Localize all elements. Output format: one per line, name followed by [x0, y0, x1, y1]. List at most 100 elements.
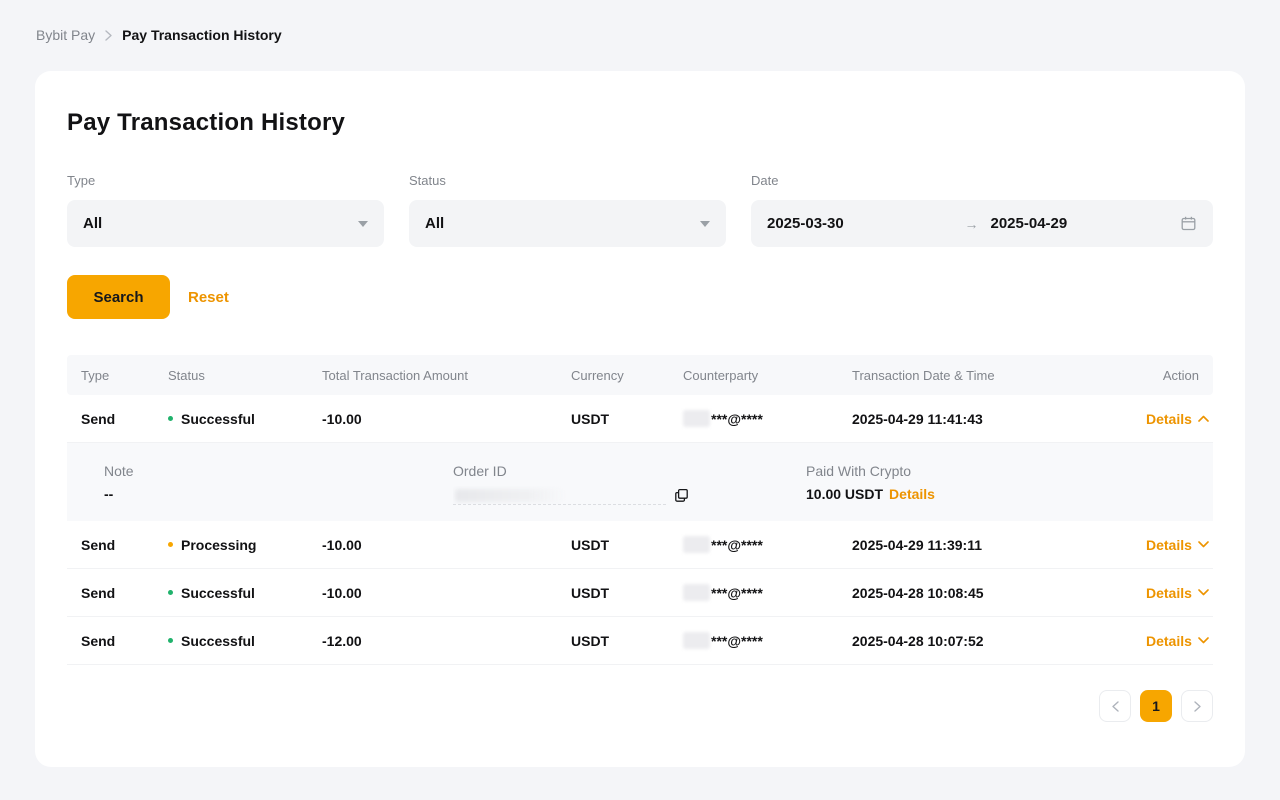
- order-id-label: Order ID: [453, 463, 806, 479]
- cell-amount: -10.00: [322, 411, 571, 427]
- cell-action: Details: [1146, 585, 1209, 601]
- header-counterparty: Counterparty: [683, 368, 852, 383]
- expanded-detail-panel: Note -- Order ID Paid With Crypto: [67, 443, 1213, 521]
- cell-type: Send: [81, 585, 168, 601]
- filters-row: Type All Status All Date 2025-03-30 → 20…: [67, 173, 1213, 247]
- details-label: Details: [1146, 537, 1192, 553]
- counterparty-masked: ***@****: [711, 585, 763, 601]
- reset-button[interactable]: Reset: [188, 289, 229, 306]
- status-dot-icon: [168, 638, 173, 643]
- cell-amount: -10.00: [322, 585, 571, 601]
- details-label: Details: [1146, 585, 1192, 601]
- header-type: Type: [81, 368, 168, 383]
- paid-with-crypto-value: 10.00 USDT: [806, 486, 883, 502]
- header-currency: Currency: [571, 368, 683, 383]
- next-page-button[interactable]: [1181, 690, 1213, 722]
- paid-with-crypto-label: Paid With Crypto: [806, 463, 1213, 479]
- details-button[interactable]: Details: [1146, 585, 1209, 601]
- chevron-left-icon: [1112, 701, 1119, 712]
- cell-currency: USDT: [571, 585, 683, 601]
- redacted-blur: [683, 536, 710, 553]
- details-label: Details: [1146, 633, 1192, 649]
- type-select-value: All: [83, 215, 358, 232]
- table-row: Send Successful -12.00 USDT ***@**** 202…: [67, 617, 1213, 665]
- table-row: Send Successful -10.00 USDT ***@**** 202…: [67, 569, 1213, 617]
- detail-order-id: Order ID: [453, 463, 806, 521]
- status-dot-icon: [168, 590, 173, 595]
- cell-counterparty: ***@****: [683, 536, 852, 553]
- details-button[interactable]: Details: [1146, 411, 1209, 427]
- status-filter: Status All: [409, 173, 726, 247]
- redacted-blur: [683, 632, 710, 649]
- cell-counterparty: ***@****: [683, 410, 852, 427]
- status-text: Processing: [181, 537, 256, 553]
- status-select[interactable]: All: [409, 200, 726, 247]
- transactions-table: Type Status Total Transaction Amount Cur…: [67, 355, 1213, 665]
- details-label: Details: [1146, 411, 1192, 427]
- chevron-down-icon: [1198, 541, 1209, 548]
- cell-status: Processing: [168, 537, 322, 553]
- prev-page-button[interactable]: [1099, 690, 1131, 722]
- cell-amount: -12.00: [322, 633, 571, 649]
- header-action: Action: [1146, 368, 1199, 383]
- breadcrumb-bybit-pay[interactable]: Bybit Pay: [36, 27, 95, 43]
- type-select[interactable]: All: [67, 200, 384, 247]
- chevron-up-icon: [1198, 415, 1209, 422]
- cell-action: Details: [1146, 633, 1209, 649]
- cell-currency: USDT: [571, 633, 683, 649]
- cell-datetime: 2025-04-28 10:07:52: [852, 633, 1146, 649]
- status-text: Successful: [181, 633, 255, 649]
- copy-icon[interactable]: [674, 488, 689, 503]
- note-value: --: [104, 486, 453, 502]
- counterparty-masked: ***@****: [711, 633, 763, 649]
- cell-amount: -10.00: [322, 537, 571, 553]
- page-title: Pay Transaction History: [67, 109, 1213, 137]
- table-header-row: Type Status Total Transaction Amount Cur…: [67, 355, 1213, 395]
- cell-action: Details: [1146, 411, 1209, 427]
- pay-transaction-history-card: Pay Transaction History Type All Status …: [35, 71, 1245, 767]
- status-dot-icon: [168, 416, 173, 421]
- chevron-right-icon: [105, 30, 112, 41]
- calendar-icon[interactable]: [1180, 215, 1197, 232]
- paid-details-link[interactable]: Details: [889, 486, 935, 502]
- status-text: Successful: [181, 585, 255, 601]
- details-button[interactable]: Details: [1146, 633, 1209, 649]
- cell-counterparty: ***@****: [683, 584, 852, 601]
- chevron-down-icon: [1198, 589, 1209, 596]
- date-filter-label: Date: [751, 173, 1213, 188]
- status-filter-label: Status: [409, 173, 726, 188]
- search-button[interactable]: Search: [67, 275, 170, 319]
- redacted-blur: [683, 410, 710, 427]
- details-button[interactable]: Details: [1146, 537, 1209, 553]
- chevron-right-icon: [1194, 701, 1201, 712]
- page-number-current[interactable]: 1: [1140, 690, 1172, 722]
- header-status: Status: [168, 368, 322, 383]
- cell-currency: USDT: [571, 537, 683, 553]
- pagination: 1: [67, 690, 1213, 722]
- date-filter: Date 2025-03-30 → 2025-04-29: [751, 173, 1213, 247]
- order-id-redacted-value: [453, 486, 666, 505]
- cell-type: Send: [81, 633, 168, 649]
- cell-datetime: 2025-04-28 10:08:45: [852, 585, 1146, 601]
- header-amount: Total Transaction Amount: [322, 368, 571, 383]
- cell-status: Successful: [168, 411, 322, 427]
- filter-actions: Search Reset: [67, 275, 1213, 319]
- cell-datetime: 2025-04-29 11:41:43: [852, 411, 1146, 427]
- status-text: Successful: [181, 411, 255, 427]
- counterparty-masked: ***@****: [711, 537, 763, 553]
- header-datetime: Transaction Date & Time: [852, 368, 1146, 383]
- cell-type: Send: [81, 411, 168, 427]
- date-range-picker[interactable]: 2025-03-30 → 2025-04-29: [751, 200, 1213, 247]
- breadcrumb-current: Pay Transaction History: [122, 27, 282, 43]
- chevron-down-icon: [1198, 637, 1209, 644]
- breadcrumb: Bybit Pay Pay Transaction History: [0, 0, 1280, 43]
- redacted-blur: [455, 489, 565, 502]
- cell-type: Send: [81, 537, 168, 553]
- redacted-blur: [683, 584, 710, 601]
- status-dot-icon: [168, 542, 173, 547]
- cell-currency: USDT: [571, 411, 683, 427]
- table-row: Send Processing -10.00 USDT ***@**** 202…: [67, 521, 1213, 569]
- date-start-value[interactable]: 2025-03-30: [767, 215, 957, 232]
- date-end-value[interactable]: 2025-04-29: [987, 215, 1181, 232]
- cell-datetime: 2025-04-29 11:39:11: [852, 537, 1146, 553]
